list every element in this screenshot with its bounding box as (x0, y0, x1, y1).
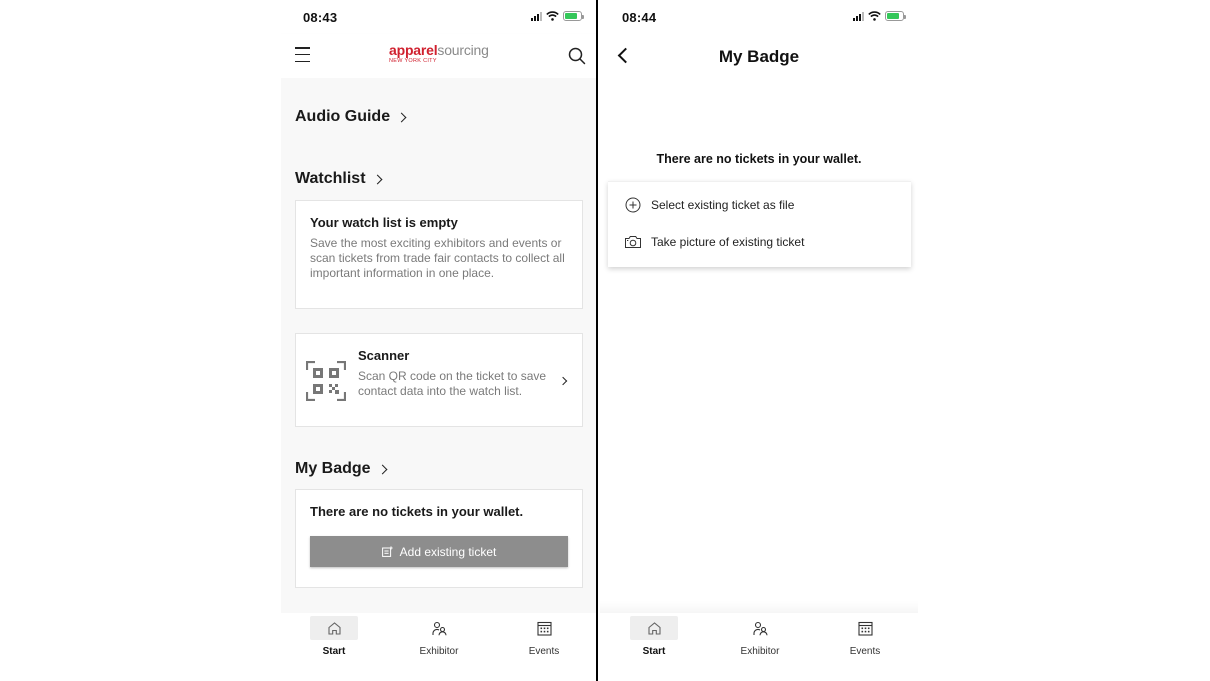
search-icon[interactable] (568, 47, 586, 65)
chevron-right-icon (558, 376, 568, 386)
badge-empty-text: There are no tickets in your wallet. (310, 504, 524, 519)
app-header: apparelsourcing NEW YORK CITY (281, 34, 596, 78)
status-bar: 08:43 (281, 0, 596, 34)
tab-exhibitor[interactable]: Exhibitor (399, 616, 479, 657)
battery-icon (563, 11, 584, 21)
camera-icon (625, 236, 641, 248)
wifi-icon (868, 11, 881, 21)
plus-circle-icon (625, 197, 641, 213)
tab-start-label: Start (322, 646, 346, 657)
tab-events-label: Events (849, 646, 881, 657)
home-icon (647, 621, 661, 635)
battery-icon (885, 11, 906, 21)
take-ticket-picture-option[interactable]: Take picture of existing ticket (624, 234, 804, 250)
audio-guide-title: Audio Guide (295, 108, 391, 125)
select-ticket-file-option[interactable]: Select existing ticket as file (624, 197, 794, 213)
tab-start[interactable]: Start (614, 616, 694, 657)
my-badge-title: My Badge (295, 460, 371, 477)
home-icon (327, 621, 341, 635)
menu-icon[interactable] (295, 47, 310, 62)
signal-icon (853, 11, 864, 21)
my-badge-screen: 08:44 My Badge There are no tickets in y… (600, 0, 918, 681)
start-screen: 08:43 apparelsourcing NEW YORK CITY Audi… (281, 0, 596, 681)
tab-exhibitor[interactable]: Exhibitor (720, 616, 800, 657)
my-badge-card: There are no tickets in your wallet. Add… (295, 489, 583, 588)
people-icon (431, 621, 447, 635)
watchlist-link[interactable]: Watchlist (295, 170, 382, 188)
app-logo: apparelsourcing NEW YORK CITY (389, 43, 489, 65)
status-time: 08:43 (303, 10, 338, 25)
start-content: Audio Guide Watchlist Your watch list is… (281, 78, 596, 613)
calendar-icon (536, 621, 552, 636)
tab-events-label: Events (528, 646, 560, 657)
nav-header: My Badge (600, 34, 918, 78)
my-badge-link[interactable]: My Badge (295, 460, 388, 478)
watchlist-empty-title: Your watch list is empty (310, 215, 458, 230)
add-ticket-menu: Select existing ticket as file Take pict… (608, 181, 911, 267)
status-icons (853, 11, 906, 21)
tab-exhibitor-label: Exhibitor (740, 646, 780, 657)
chevron-right-icon (372, 174, 382, 184)
add-ticket-icon (381, 546, 393, 557)
scanner-body: Scanner Scan QR code on the ticket to sa… (358, 348, 558, 399)
tab-events[interactable]: Events (504, 616, 584, 657)
tab-bar: Start Exhibitor Events (600, 613, 918, 681)
logo-text-sourcing: sourcing (437, 42, 489, 58)
chevron-right-icon (377, 464, 388, 474)
status-icons (531, 11, 584, 21)
add-existing-ticket-label: Add existing ticket (399, 544, 497, 559)
wifi-icon (546, 11, 559, 21)
watchlist-title: Watchlist (295, 170, 366, 187)
logo-text-apparel: apparel (389, 42, 438, 58)
tab-bar: Start Exhibitor Events (281, 613, 596, 681)
tab-start-label: Start (642, 646, 666, 657)
logo-subtitle: NEW YORK CITY (389, 58, 437, 64)
take-ticket-picture-label: Take picture of existing ticket (651, 235, 805, 249)
tab-start[interactable]: Start (294, 616, 374, 657)
wallet-empty-text: There are no tickets in your wallet. (656, 152, 862, 166)
status-bar: 08:44 (600, 0, 918, 34)
audio-guide-link[interactable]: Audio Guide (295, 108, 407, 126)
scanner-title: Scanner (358, 348, 410, 363)
page-title: My Badge (718, 47, 800, 66)
tab-events[interactable]: Events (825, 616, 905, 657)
status-time: 08:44 (622, 10, 657, 25)
select-ticket-file-label: Select existing ticket as file (651, 198, 795, 212)
calendar-icon (857, 621, 873, 636)
people-icon (752, 621, 768, 635)
qr-scanner-icon (306, 361, 346, 401)
watchlist-empty-card: Your watch list is empty Save the most e… (295, 200, 583, 309)
add-existing-ticket-button[interactable]: Add existing ticket (310, 536, 568, 567)
content-bottom-edge (600, 601, 918, 613)
scanner-card[interactable]: Scanner Scan QR code on the ticket to sa… (295, 333, 583, 427)
scanner-text: Scan QR code on the ticket to save conta… (358, 369, 547, 398)
signal-icon (531, 11, 542, 21)
watchlist-empty-text: Save the most exciting exhibitors and ev… (310, 236, 565, 280)
chevron-right-icon (396, 112, 407, 122)
screen-divider (596, 0, 598, 681)
tab-exhibitor-label: Exhibitor (419, 646, 459, 657)
